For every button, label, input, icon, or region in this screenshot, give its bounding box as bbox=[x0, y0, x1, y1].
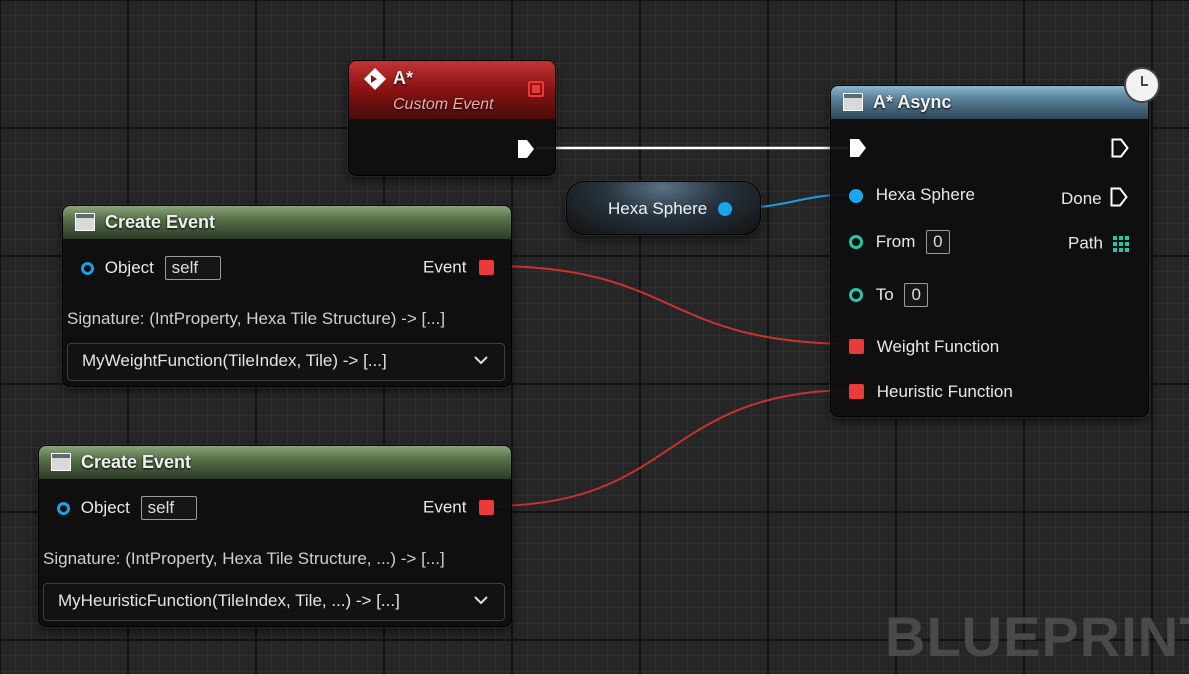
event-diamond-icon bbox=[363, 67, 387, 96]
event-output-pin[interactable] bbox=[479, 260, 495, 276]
hexa-sphere-output-pin[interactable] bbox=[718, 200, 732, 218]
create-event-node-weight[interactable]: Create Event Object self Event Signature… bbox=[62, 205, 512, 387]
exec-output-pin[interactable] bbox=[517, 139, 535, 159]
signature-text: Signature: (IntProperty, Hexa Tile Struc… bbox=[43, 549, 445, 568]
from-input-label: From bbox=[875, 232, 916, 251]
heuristic-function-pin[interactable] bbox=[849, 384, 864, 400]
create-event-title: Create Event bbox=[81, 452, 192, 472]
function-dropdown[interactable]: MyWeightFunction(TileIndex, Tile) -> [..… bbox=[67, 343, 505, 381]
hexa-sphere-input-pin[interactable] bbox=[849, 188, 863, 203]
hexa-sphere-input-label: Hexa Sphere bbox=[875, 185, 975, 204]
create-event-header[interactable]: Create Event bbox=[63, 206, 511, 239]
heuristic-function-wire bbox=[489, 389, 857, 507]
weight-function-row[interactable]: Weight Function bbox=[849, 336, 999, 357]
to-input-label: To bbox=[875, 285, 894, 304]
object-input-row[interactable]: Object self bbox=[57, 496, 197, 520]
create-event-title: Create Event bbox=[105, 212, 216, 232]
weight-function-pin[interactable] bbox=[849, 339, 864, 355]
event-output-row[interactable]: Event bbox=[423, 257, 495, 278]
function-dropdown-value: MyHeuristicFunction(TileIndex, Tile, ...… bbox=[58, 591, 400, 610]
function-dropdown[interactable]: MyHeuristicFunction(TileIndex, Tile, ...… bbox=[43, 583, 505, 621]
astar-async-header[interactable]: A* Async bbox=[831, 86, 1148, 119]
event-output-label: Event bbox=[423, 497, 467, 517]
function-icon bbox=[843, 93, 863, 111]
weight-function-label: Weight Function bbox=[876, 336, 1000, 356]
custom-event-subtitle: Custom Event bbox=[393, 96, 494, 113]
delegate-output-pin[interactable] bbox=[528, 81, 544, 97]
custom-event-header[interactable]: A* Custom Event bbox=[349, 61, 555, 119]
object-value-field[interactable]: self bbox=[164, 256, 221, 280]
blueprint-watermark: BLUEPRINT bbox=[885, 605, 1189, 668]
event-output-row[interactable]: Event bbox=[423, 497, 495, 518]
chevron-down-icon bbox=[474, 588, 488, 617]
exec-input-pin[interactable] bbox=[849, 138, 867, 158]
chevron-down-icon bbox=[474, 348, 488, 377]
object-value-field[interactable]: self bbox=[140, 496, 197, 520]
heuristic-function-row[interactable]: Heuristic Function bbox=[849, 381, 1013, 402]
object-input-row[interactable]: Object self bbox=[81, 256, 221, 280]
function-icon bbox=[51, 453, 71, 471]
exec-then-output-pin[interactable] bbox=[1111, 138, 1129, 158]
create-event-node-heuristic[interactable]: Create Event Object self Event Signature… bbox=[38, 445, 512, 627]
hexa-sphere-var-label: Hexa Sphere bbox=[608, 199, 708, 218]
heuristic-function-label: Heuristic Function bbox=[876, 381, 1013, 401]
astar-async-title: A* Async bbox=[873, 92, 952, 112]
from-value-field[interactable]: 0 bbox=[926, 230, 950, 254]
to-value-field[interactable]: 0 bbox=[904, 283, 928, 307]
path-output-row[interactable]: Path bbox=[1068, 233, 1129, 254]
signature-text: Signature: (IntProperty, Hexa Tile Struc… bbox=[67, 309, 446, 328]
path-array-pin[interactable] bbox=[1112, 235, 1129, 252]
function-dropdown-value: MyWeightFunction(TileIndex, Tile) -> [..… bbox=[82, 351, 387, 370]
hexa-sphere-variable-node[interactable]: Hexa Sphere bbox=[566, 181, 761, 235]
done-exec-pin[interactable] bbox=[1110, 187, 1129, 212]
from-input-pin[interactable] bbox=[849, 235, 863, 249]
astar-async-node[interactable]: A* Async Hexa Sphere Done From 0 Path To… bbox=[830, 85, 1149, 417]
to-input-row[interactable]: To 0 bbox=[849, 283, 928, 307]
path-output-label: Path bbox=[1068, 233, 1103, 253]
latent-clock-icon bbox=[1124, 67, 1160, 103]
function-icon bbox=[75, 213, 95, 231]
object-input-pin[interactable] bbox=[81, 261, 94, 275]
object-input-label: Object bbox=[80, 498, 130, 517]
to-input-pin[interactable] bbox=[849, 288, 863, 302]
event-output-label: Event bbox=[423, 257, 467, 277]
hexa-sphere-input-row[interactable]: Hexa Sphere bbox=[849, 185, 975, 205]
event-output-pin[interactable] bbox=[479, 500, 495, 516]
from-input-row[interactable]: From 0 bbox=[849, 230, 950, 254]
object-input-label: Object bbox=[104, 258, 154, 277]
object-input-pin[interactable] bbox=[57, 501, 70, 515]
custom-event-node[interactable]: A* Custom Event bbox=[348, 60, 556, 176]
weight-function-wire bbox=[489, 265, 857, 345]
create-event-header[interactable]: Create Event bbox=[39, 446, 511, 479]
custom-event-title: A* bbox=[393, 68, 414, 88]
done-output-row[interactable]: Done bbox=[1061, 187, 1129, 212]
done-output-label: Done bbox=[1061, 188, 1102, 208]
